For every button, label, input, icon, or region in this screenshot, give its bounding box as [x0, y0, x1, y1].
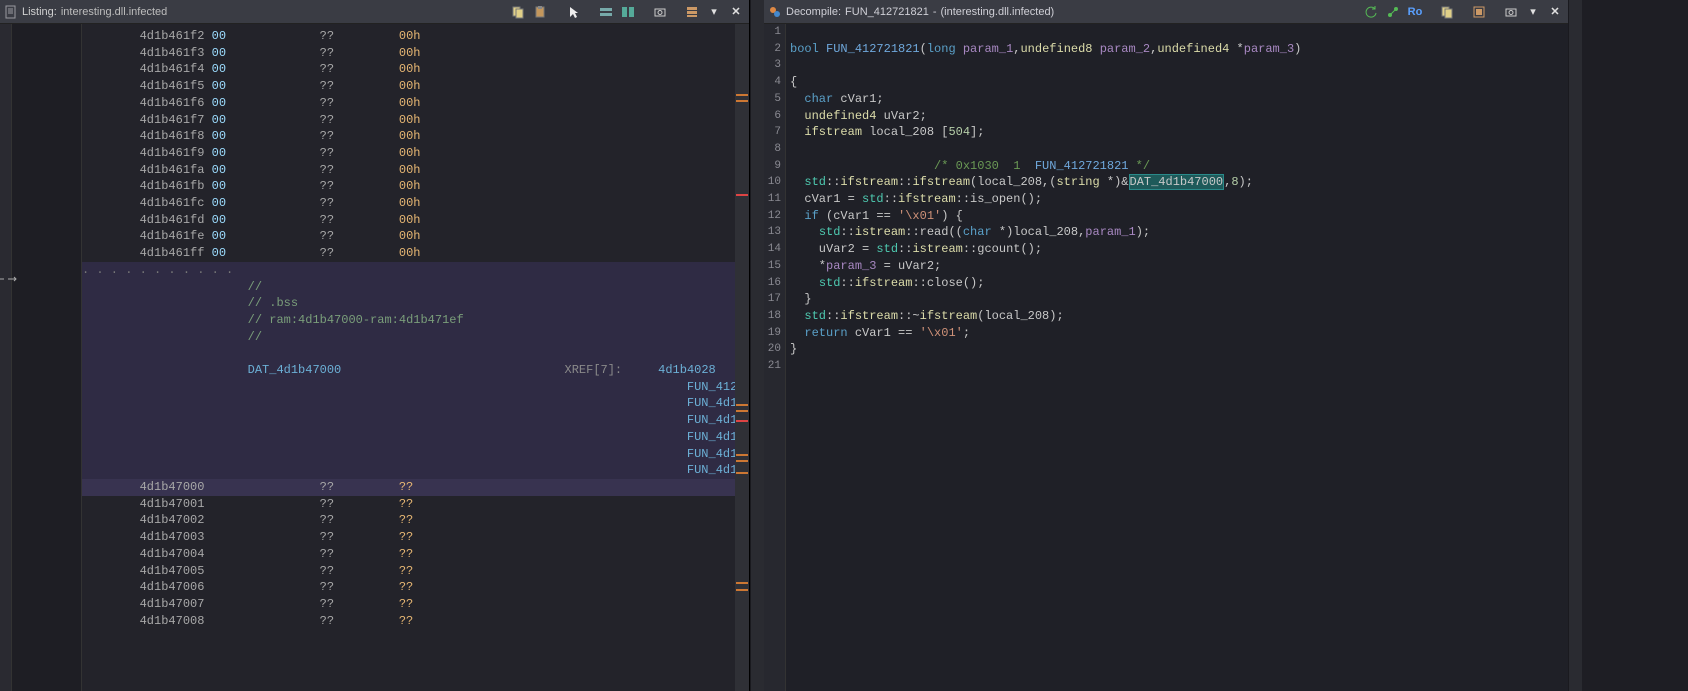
- listing-doc-icon: [4, 5, 18, 19]
- decompile-title-func: FUN_412721821: [845, 6, 929, 18]
- listing-title-file: interesting.dll.infected: [61, 6, 167, 18]
- close-icon-2[interactable]: ✕: [1546, 3, 1564, 21]
- listing-panel: Listing: interesting.dll.infected ▾ ✕ 4d…: [0, 0, 750, 691]
- listing-titlebar: Listing: interesting.dll.infected ▾ ✕: [0, 0, 749, 24]
- decompile-code[interactable]: bool FUN_412721821(long param_1,undefine…: [786, 24, 1568, 691]
- decompile-title-file: (interesting.dll.infected): [941, 6, 1055, 18]
- cursor-icon[interactable]: [565, 3, 583, 21]
- paste-icon[interactable]: [531, 3, 549, 21]
- fields-icon[interactable]: [597, 3, 615, 21]
- readonly-badge[interactable]: Ro: [1406, 3, 1424, 21]
- decompile-title-prefix: Decompile:: [786, 6, 841, 18]
- listing-title-prefix: Listing:: [22, 6, 57, 18]
- snapshot-icon[interactable]: [651, 3, 669, 21]
- export-icon[interactable]: [1384, 3, 1402, 21]
- listing-overview-ruler[interactable]: [735, 24, 749, 691]
- resize-handle-icon[interactable]: [0, 274, 18, 284]
- nav-gutter: [12, 24, 82, 691]
- edit-fields-icon[interactable]: [683, 3, 701, 21]
- refresh-icon[interactable]: [1362, 3, 1380, 21]
- decompile-panel: Decompile: FUN_412721821 - (interesting.…: [764, 0, 1568, 691]
- decompile-app-icon: [768, 5, 782, 19]
- snapshot-icon-2[interactable]: [1502, 3, 1520, 21]
- listing-content[interactable]: 4d1b461f2 00 ?? 00h 4d1b461f3 00 ?? 00h …: [82, 24, 735, 691]
- settings-icon[interactable]: [1470, 3, 1488, 21]
- dropdown-arrow-icon-2[interactable]: ▾: [1524, 3, 1542, 21]
- listing-body[interactable]: 4d1b461f2 00 ?? 00h 4d1b461f3 00 ?? 00h …: [0, 24, 749, 691]
- copy-icon-2[interactable]: [1438, 3, 1456, 21]
- copy-icon[interactable]: [509, 3, 527, 21]
- line-number-gutter: 1 2 3 4 5 6 7 8 9 10 11 12 13 14 15 16 1…: [764, 24, 786, 691]
- right-scrollbar[interactable]: [1568, 0, 1582, 691]
- left-scrollbar[interactable]: [750, 0, 764, 691]
- marker-gutter: [0, 24, 12, 691]
- decompile-titlebar: Decompile: FUN_412721821 - (interesting.…: [764, 0, 1568, 24]
- close-icon[interactable]: ✕: [727, 3, 745, 21]
- diff-icon[interactable]: [619, 3, 637, 21]
- decompile-body[interactable]: 1 2 3 4 5 6 7 8 9 10 11 12 13 14 15 16 1…: [764, 24, 1568, 691]
- dropdown-arrow-icon[interactable]: ▾: [705, 3, 723, 21]
